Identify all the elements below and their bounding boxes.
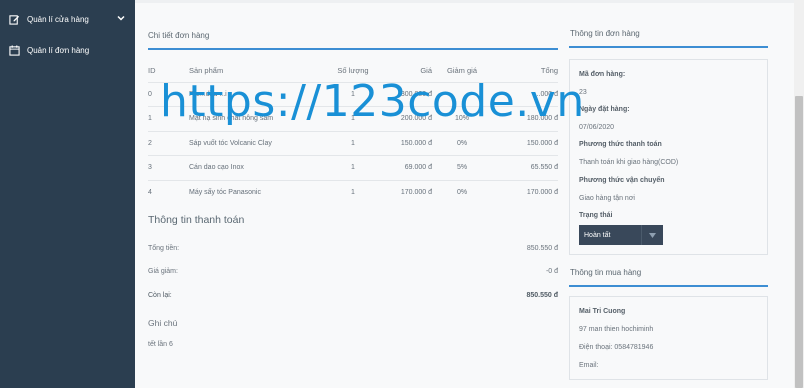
order-id-label: Mã đơn hàng:	[579, 71, 626, 78]
order-date-label: Ngày đặt hàng:	[579, 106, 630, 113]
table-row: 4 Máy sấy tóc Panasonic 1 170.000 đ 0% 1…	[148, 179, 558, 205]
shipping-method-label: Phương thức vận chuyển	[579, 177, 665, 184]
cell-quantity: 1	[331, 179, 375, 205]
payment-method-label: Phương thức thanh toán	[579, 141, 662, 148]
cell-total: 170.000 đ	[492, 179, 558, 205]
remaining-label: Còn lại:	[148, 292, 172, 299]
order-info-panel: Mã đơn hàng: 23 Ngày đặt hàng: 07/06/202…	[569, 59, 768, 255]
shipping-method-value: Giao hàng tận nơi	[579, 195, 635, 202]
discount-value: -0 đ	[545, 268, 558, 275]
sidebar-item-store-management[interactable]: Quản lí cửa hàng	[9, 12, 125, 26]
buyer-address: 97 man thien hochiminh	[579, 326, 654, 333]
calendar-icon	[9, 44, 20, 56]
cell-total: 65.550 đ	[492, 155, 558, 180]
remaining-value: 850.550 đ	[526, 292, 558, 299]
sidebar: Quản lí cửa hàng Quản lí đơn hàng	[0, 0, 135, 388]
cell-discount: 0%	[432, 130, 492, 156]
scrollbar[interactable]	[794, 0, 804, 388]
subtotal-label: Tổng tiền:	[148, 245, 180, 252]
buyer-info-rule	[569, 285, 768, 287]
cell-product: Máy sấy tóc Panasonic	[189, 179, 331, 205]
edit-icon	[9, 14, 20, 25]
buyer-info-panel: Mai Tri Cuong 97 man thien hochiminh Điệ…	[569, 296, 768, 380]
cell-product: Sáp vuốt tóc Volcanic Clay	[189, 130, 331, 156]
buyer-info-title: Thông tin mua hàng	[570, 268, 642, 277]
table-row: 3 Cán dao cạo Inox 1 69.000 đ 5% 65.550 …	[148, 155, 558, 180]
sidebar-item-label: Quản lí cửa hàng	[27, 14, 89, 24]
payment-method-value: Thanh toán khi giao hàng(COD)	[579, 159, 679, 166]
dropdown-arrow-icon[interactable]	[641, 225, 663, 245]
watermark-text: https://123code.vn	[160, 76, 585, 127]
cell-id: 4	[148, 179, 189, 205]
sidebar-item-label: Quản lí đơn hàng	[27, 45, 90, 55]
order-info-title: Thông tin đơn hàng	[570, 29, 640, 38]
subtotal-value: 850.550 đ	[526, 245, 558, 252]
order-detail-title: Chi tiết đơn hàng	[148, 31, 210, 40]
order-info-rule	[569, 46, 768, 48]
table-row: 2 Sáp vuốt tóc Volcanic Clay 1 150.000 đ…	[148, 130, 558, 156]
status-select[interactable]: Hoàn tất	[579, 225, 663, 245]
cell-price: 170.000 đ	[375, 179, 432, 205]
note-text: tết lần 6	[148, 341, 173, 348]
discount-row: Giá giảm: -0 đ	[148, 268, 558, 275]
subtotal-row: Tổng tiền: 850.550 đ	[148, 245, 558, 252]
cell-id: 2	[148, 130, 189, 156]
cell-price: 69.000 đ	[375, 155, 432, 180]
discount-label: Giá giảm:	[148, 268, 178, 275]
note-title: Ghi chú	[148, 318, 178, 328]
buyer-name: Mai Tri Cuong	[579, 308, 626, 315]
order-detail-rule	[148, 48, 558, 50]
cell-discount: 0%	[432, 179, 492, 205]
main-content: Chi tiết đơn hàng ID Sản phẩm Số lượng G…	[135, 0, 794, 388]
status-select-value: Hoàn tất	[584, 231, 611, 239]
cell-quantity: 1	[331, 155, 375, 180]
remaining-row: Còn lại: 850.550 đ	[148, 292, 558, 299]
cell-id: 3	[148, 155, 189, 180]
sidebar-item-order-management[interactable]: Quản lí đơn hàng	[9, 43, 89, 57]
cell-quantity: 1	[331, 130, 375, 156]
cell-total: 150.000 đ	[492, 130, 558, 156]
buyer-email: Email:	[579, 362, 599, 369]
cell-product: Cán dao cạo Inox	[189, 155, 331, 180]
top-divider	[135, 0, 794, 3]
buyer-phone: Điện thoại: 0584781946	[579, 344, 654, 351]
scrollbar-thumb[interactable]	[795, 96, 803, 388]
payment-info-title: Thông tin thanh toán	[148, 214, 245, 226]
cell-price: 150.000 đ	[375, 130, 432, 156]
status-label: Trạng thái	[579, 212, 613, 219]
cell-discount: 5%	[432, 155, 492, 180]
chevron-down-icon[interactable]	[117, 14, 125, 22]
